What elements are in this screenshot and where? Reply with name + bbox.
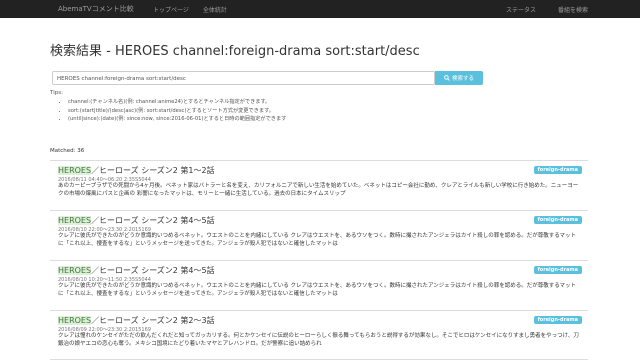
- result-meta: 2016/08/10 10:20〜11:50 2:35S5044: [58, 277, 151, 283]
- search-button[interactable]: 検索する: [435, 71, 483, 85]
- result-title-text: ／ヒーローズ シーズン2 第4～5話: [91, 216, 215, 225]
- nav-left: トップページ 全体統計: [153, 0, 241, 18]
- result-item: HEROES／ヒーローズ シーズン2 第4～5話 foreign-drama 2…: [50, 210, 588, 260]
- tips-label: Tips:: [50, 90, 63, 96]
- channel-badge: foreign-drama: [533, 166, 582, 174]
- tip-item: (until|since):(date)(例: since:now, since…: [68, 115, 286, 124]
- channel-badge: foreign-drama: [533, 216, 582, 224]
- search-button-label: 検索する: [451, 76, 474, 82]
- tips-list: channel:(チャンネル名)(例: channel:anime24)とすると…: [60, 98, 286, 124]
- result-meta: 2016/08/10 22:00〜23:30 2:2015169: [58, 227, 151, 233]
- result-title-highlight: HEROES: [58, 316, 92, 325]
- channel-badge: foreign-drama: [533, 316, 582, 324]
- brand-link[interactable]: AbemaTVコメント比較: [58, 4, 134, 14]
- nav-link-top[interactable]: トップページ: [153, 5, 189, 14]
- result-title-text: ／ヒーローズ シーズン2 第2～3話: [91, 316, 215, 325]
- result-item: HEROES／ヒーローズ シーズン2 第1～2話 foreign-drama 2…: [50, 160, 588, 210]
- result-title-highlight: HEROES: [58, 266, 92, 275]
- matched-count: Matched: 36: [50, 148, 85, 154]
- result-description: あのカーピープラザでの死闘から4ヶ月後。ベネット家はバトラーと名を変え、カリフォ…: [58, 183, 579, 197]
- result-title-highlight: HEROES: [58, 166, 92, 175]
- result-title[interactable]: HEROES／ヒーローズ シーズン2 第1～2話: [58, 165, 215, 176]
- result-description: クレアは憧れのケンセイがただの飲んだくれだと知ってガッカリする。何とかケンセイに…: [58, 333, 579, 347]
- top-navbar: AbemaTVコメント比較 トップページ 全体統計 ステータス 番組を検索: [0, 0, 640, 18]
- nav-link-status[interactable]: ステータス: [506, 5, 536, 14]
- page-title: 検索結果 - HEROES channel:foreign-drama sort…: [50, 44, 420, 59]
- tip-item: channel:(チャンネル名)(例: channel:anime24)とすると…: [68, 98, 286, 107]
- search-input[interactable]: HEROES channel:foreign-drama sort:start/…: [52, 71, 435, 85]
- search-icon: [444, 75, 450, 81]
- channel-badge: foreign-drama: [533, 266, 582, 274]
- result-title-text: ／ヒーローズ シーズン2 第4～5話: [91, 266, 215, 275]
- nav-link-search[interactable]: 番組を検索: [558, 5, 588, 14]
- result-item: HEROES／ヒーローズ シーズン2 第2～3話 foreign-drama 2…: [50, 310, 588, 360]
- result-title[interactable]: HEROES／ヒーローズ シーズン2 第4～5話: [58, 265, 215, 276]
- result-item: HEROES／ヒーローズ シーズン2 第4～5話 foreign-drama 2…: [50, 260, 588, 310]
- tip-item: sort:(start|title)/(desc|asc)(例: sort:st…: [68, 107, 286, 116]
- result-title[interactable]: HEROES／ヒーローズ シーズン2 第4～5話: [58, 215, 215, 226]
- nav-right: ステータス 番組を検索: [484, 0, 588, 18]
- result-title-highlight: HEROES: [58, 216, 92, 225]
- result-title-text: ／ヒーローズ シーズン2 第1～2話: [91, 166, 215, 175]
- results-list: HEROES／ヒーローズ シーズン2 第1～2話 foreign-drama 2…: [50, 160, 588, 360]
- result-meta: 2016/08/11 04:40〜06:20 2:35S5044: [58, 177, 151, 183]
- result-title[interactable]: HEROES／ヒーローズ シーズン2 第2～3話: [58, 315, 215, 326]
- result-description: クレアに彼氏ができたのがどうか意識的いつめるベネット。ウエストのことを内緒にして…: [58, 283, 577, 297]
- result-description: クレアに彼氏ができたのがどうか意識的いつめるベネット。ウエストのことを内緒にして…: [58, 233, 577, 247]
- result-meta: 2016/08/09 22:00〜23:30 2:2015169: [58, 327, 151, 333]
- nav-link-stats[interactable]: 全体統計: [203, 5, 227, 14]
